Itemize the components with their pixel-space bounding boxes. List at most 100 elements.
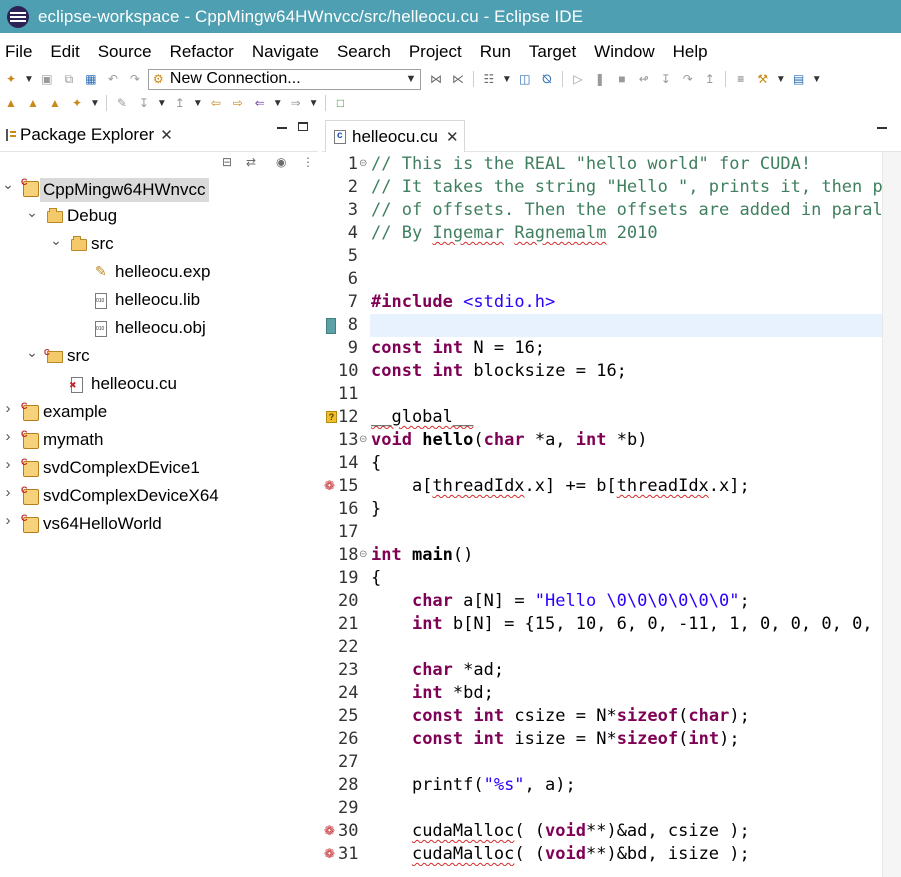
new-icon[interactable]: ✦ <box>3 71 19 87</box>
toggle-mark-icon[interactable]: ✎ <box>114 95 130 111</box>
vertical-scrollbar[interactable] <box>882 152 901 877</box>
chevron-down-icon[interactable]: ⌄ <box>2 177 14 191</box>
code-line[interactable]: 21 int b[N] = {15, 10, 6, 0, -11, 1, 0, … <box>322 613 882 636</box>
last-edit-forward-icon[interactable]: ⇨ <box>230 95 246 111</box>
perspective-icon[interactable]: ▤ <box>791 71 807 87</box>
package-explorer-tab[interactable]: Package Explorer ✕ <box>0 118 318 152</box>
code-line[interactable]: 1 ⊝// This is the REAL "hello world" for … <box>322 153 882 176</box>
focus-icon[interactable]: ◉ <box>276 155 286 169</box>
menu-run[interactable]: Run <box>475 42 511 62</box>
next-annotation-icon[interactable]: ↧ <box>136 95 152 111</box>
menu-refactor[interactable]: Refactor <box>165 42 234 62</box>
tree-item[interactable]: helleocu.cu <box>0 370 318 398</box>
code-line[interactable]: 4 // By Ingemar Ragnemalm 2010 <box>322 222 882 245</box>
code-line[interactable]: 31 cudaMalloc( (void**)&bd, isize ); <box>322 843 882 866</box>
code-line[interactable]: 15 a[threadIdx.x] += b[threadIdx.x]; <box>322 475 882 498</box>
tree-item[interactable]: › svdComplexDEvice1 <box>0 454 318 482</box>
open-type-icon[interactable]: ▲ <box>25 95 41 111</box>
tree-item[interactable]: ⌄ src <box>0 342 318 370</box>
code-line[interactable]: 28 printf("%s", a); <box>322 774 882 797</box>
undo-icon[interactable]: ↶ <box>105 71 121 87</box>
build-dropdown-icon[interactable]: ▼ <box>502 74 512 85</box>
chevron-down-icon[interactable]: ▼ <box>402 73 420 85</box>
menu-navigate[interactable]: Navigate <box>247 42 319 62</box>
open-folder-icon[interactable]: ▲ <box>47 95 63 111</box>
chevron-right-icon[interactable]: › <box>2 485 14 500</box>
code-line[interactable]: 11 <box>322 383 882 406</box>
chevron-right-icon[interactable]: › <box>2 401 14 416</box>
new-dropdown-icon[interactable]: ▼ <box>24 74 34 85</box>
code-line[interactable]: 25 const int csize = N*sizeof(char); <box>322 705 882 728</box>
close-icon[interactable]: ✕ <box>160 126 173 144</box>
code-line[interactable]: 2 // It takes the string "Hello ", prints… <box>322 176 882 199</box>
chevron-down-icon[interactable]: ⌄ <box>26 345 38 359</box>
code-line[interactable]: 14 { <box>322 452 882 475</box>
wand-icon[interactable]: ✦ <box>69 95 85 111</box>
chevron-down-icon[interactable]: ⌄ <box>26 205 38 219</box>
menu-project[interactable]: Project <box>404 42 462 62</box>
tree-item[interactable]: helleocu.lib <box>0 286 318 314</box>
disconnect-icon[interactable]: ⋉ <box>450 71 466 87</box>
code-line[interactable]: 29 <box>322 797 882 820</box>
perspective-dropdown-icon[interactable]: ▼ <box>812 74 822 85</box>
code-line[interactable]: 22 <box>322 636 882 659</box>
next-annotation-dropdown-icon[interactable]: ▼ <box>157 98 167 109</box>
code-editor[interactable]: ? ❁ ❁ ❁ 1 ⊝// This is the REAL "hello world"… <box>322 152 901 877</box>
tree-item[interactable]: › vs64HelloWorld <box>0 510 318 538</box>
build-icon[interactable]: ☷ <box>481 71 497 87</box>
step-over-icon[interactable]: ↷ <box>680 71 696 87</box>
wand-dropdown-icon[interactable]: ▼ <box>90 98 100 109</box>
open-project-icon[interactable]: ▲ <box>3 95 19 111</box>
code-line[interactable]: 8 <box>322 314 882 337</box>
code-line[interactable]: 3 // of offsets. Then the offsets are add… <box>322 199 882 222</box>
code-line[interactable]: 19 { <box>322 567 882 590</box>
menu-search[interactable]: Search <box>332 42 391 62</box>
save-all-icon[interactable]: ⧉ <box>61 71 77 87</box>
forward-dropdown-icon[interactable]: ▼ <box>309 98 319 109</box>
maximize-icon[interactable] <box>298 122 308 131</box>
code-line[interactable]: 17 <box>322 521 882 544</box>
prev-annotation-dropdown-icon[interactable]: ▼ <box>193 98 203 109</box>
last-edit-icon[interactable]: ⇦ <box>208 95 224 111</box>
tree-item[interactable]: ⌄ CppMingw64HWnvcc <box>0 174 318 202</box>
tree-item[interactable]: › example <box>0 398 318 426</box>
view-menu-icon[interactable]: ⋮ <box>302 155 314 169</box>
instruction-step-icon[interactable]: ≡ <box>733 71 749 87</box>
suspend-icon[interactable]: ❚ <box>592 71 608 87</box>
pin-editor-icon[interactable]: □ <box>333 95 349 111</box>
menu-file[interactable]: File <box>0 42 32 62</box>
menu-window[interactable]: Window <box>589 42 654 62</box>
code-line[interactable]: 30 cudaMalloc( (void**)&ad, csize ); <box>322 820 882 843</box>
build-binary-icon[interactable]: ▦ <box>83 71 99 87</box>
minimize-icon[interactable] <box>877 127 887 129</box>
external-tools-icon[interactable]: ⚒ <box>755 71 771 87</box>
code-line[interactable]: 9 const int N = 16; <box>322 337 882 360</box>
tree-item[interactable]: › mymath <box>0 426 318 454</box>
disconnect-debug-icon[interactable]: ↫ <box>636 71 652 87</box>
fold-collapse-icon[interactable]: ⊝ <box>359 154 367 174</box>
close-icon[interactable]: ✕ <box>446 128 459 146</box>
link-with-editor-icon[interactable]: ⇄ <box>246 155 256 169</box>
redo-icon[interactable]: ↷ <box>127 71 143 87</box>
step-into-icon[interactable]: ↧ <box>658 71 674 87</box>
collapse-all-icon[interactable]: ⊟ <box>222 155 232 169</box>
code-line[interactable]: 23 char *ad; <box>322 659 882 682</box>
code-line[interactable]: 13 ⊝ void hello(char *a, int *b) <box>322 429 882 452</box>
tree-item[interactable]: › svdComplexDeviceX64 <box>0 482 318 510</box>
code-line[interactable]: 10 const int blocksize = 16; <box>322 360 882 383</box>
forward-icon[interactable]: ⇒ <box>288 95 304 111</box>
save-icon[interactable]: ▣ <box>39 71 55 87</box>
code-line[interactable]: 12 __global__ <box>322 406 882 429</box>
menu-edit[interactable]: Edit <box>45 42 79 62</box>
code-line[interactable]: 20 char a[N] = "Hello \0\0\0\0\0\0"; <box>322 590 882 613</box>
chevron-down-icon[interactable]: ⌄ <box>50 233 62 247</box>
chevron-right-icon[interactable]: › <box>2 457 14 472</box>
connect-icon[interactable]: ⋈ <box>428 71 444 87</box>
chevron-right-icon[interactable]: › <box>2 513 14 528</box>
code-line[interactable]: 7 #include <stdio.h> <box>322 291 882 314</box>
terminal-icon[interactable]: ◫ <box>517 71 533 87</box>
tree-item[interactable]: helleocu.obj <box>0 314 318 342</box>
tree-item[interactable]: ⌄ src <box>0 230 318 258</box>
external-tools-dropdown-icon[interactable]: ▼ <box>776 74 786 85</box>
back-icon[interactable]: ⇐ <box>252 95 268 111</box>
